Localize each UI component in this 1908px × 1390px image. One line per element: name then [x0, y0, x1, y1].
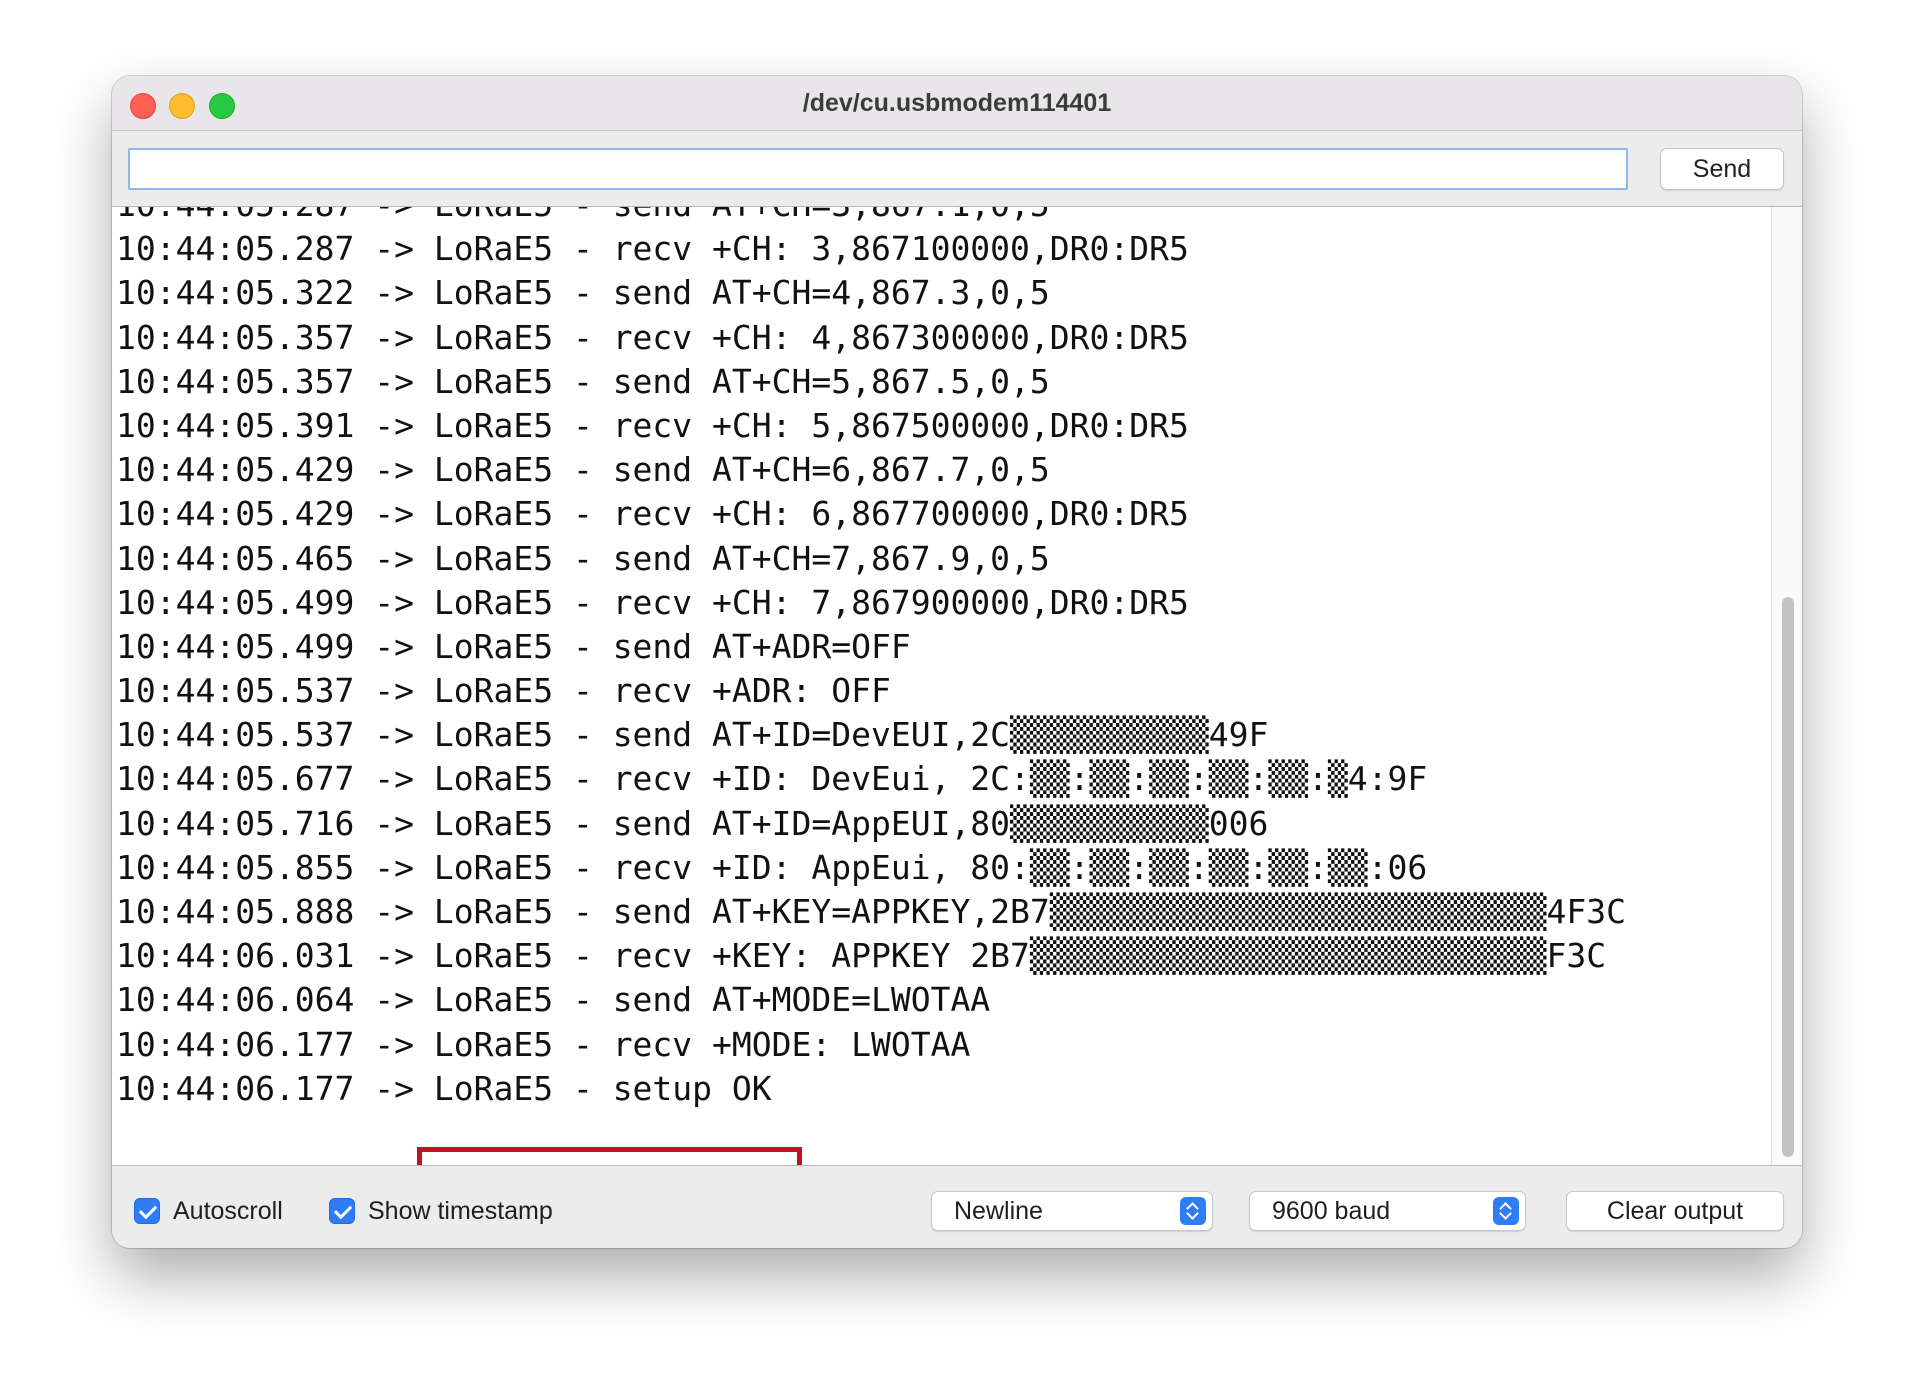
- output-line: 10:44:06.064 -> LoRaE5 - send AT+MODE=LW…: [116, 980, 991, 1020]
- serial-send-input[interactable]: [128, 148, 1628, 190]
- baud-rate-select[interactable]: 9600 baud: [1249, 1191, 1526, 1231]
- output-line: 10:44:05.287 -> LoRaE5 - recv +CH: 3,867…: [116, 229, 1189, 269]
- output-line: 10:44:05.716 -> LoRaE5 - send AT+ID=AppE…: [116, 803, 1269, 843]
- output-line: 10:44:05.855 -> LoRaE5 - recv +ID: AppEu…: [116, 847, 1428, 887]
- autoscroll-label: Autoscroll: [173, 1197, 283, 1225]
- serial-output-area[interactable]: 10:44:05.287 -> LoRaE5 - send AT+CH=3,86…: [112, 206, 1802, 1166]
- output-line: 10:44:05.677 -> LoRaE5 - recv +ID: DevEu…: [116, 759, 1428, 799]
- line-ending-select[interactable]: Newline: [931, 1191, 1213, 1231]
- output-line: 10:44:05.465 -> LoRaE5 - send AT+CH=7,86…: [116, 538, 1050, 578]
- output-scrollbar[interactable]: [1771, 207, 1802, 1165]
- output-line: 10:44:05.357 -> LoRaE5 - recv +CH: 4,867…: [116, 317, 1189, 357]
- output-line: 10:44:06.177 -> LoRaE5 - recv +MODE: LWO…: [116, 1024, 971, 1064]
- footer-bar: Autoscroll Show timestamp Newline 9600 b…: [112, 1166, 1802, 1248]
- show-timestamp-checkbox[interactable]: [329, 1198, 355, 1224]
- line-ending-value: Newline: [954, 1197, 1043, 1225]
- window-title: /dev/cu.usbmodem114401: [802, 89, 1112, 117]
- output-line: 10:44:05.429 -> LoRaE5 - send AT+CH=6,86…: [116, 450, 1050, 490]
- output-line: 10:44:05.499 -> LoRaE5 - recv +CH: 7,867…: [116, 582, 1189, 622]
- clear-output-button[interactable]: Clear output: [1566, 1191, 1784, 1231]
- baud-rate-stepper-icon: [1493, 1197, 1519, 1225]
- setup-ok-highlight: [417, 1147, 802, 1165]
- output-line: 10:44:05.537 -> LoRaE5 - send AT+ID=DevE…: [116, 715, 1269, 755]
- output-line: 10:44:06.031 -> LoRaE5 - recv +KEY: APPK…: [116, 936, 1607, 976]
- output-line: 10:44:05.357 -> LoRaE5 - send AT+CH=5,86…: [116, 361, 1050, 401]
- output-line: 10:44:05.537 -> LoRaE5 - recv +ADR: OFF: [116, 671, 891, 711]
- output-line: 10:44:05.499 -> LoRaE5 - send AT+ADR=OFF: [116, 626, 911, 666]
- output-line: 10:44:05.429 -> LoRaE5 - recv +CH: 6,867…: [116, 494, 1189, 534]
- serial-monitor-window: /dev/cu.usbmodem114401 Send 10:44:05.287…: [112, 76, 1802, 1248]
- line-ending-stepper-icon: [1180, 1197, 1206, 1225]
- show-timestamp-label: Show timestamp: [368, 1197, 553, 1225]
- send-button[interactable]: Send: [1660, 148, 1784, 190]
- baud-rate-value: 9600 baud: [1272, 1197, 1391, 1225]
- output-lines: 10:44:05.287 -> LoRaE5 - send AT+CH=3,86…: [116, 207, 1626, 1111]
- autoscroll-checkbox[interactable]: [134, 1198, 160, 1224]
- output-line: 10:44:05.287 -> LoRaE5 - send AT+CH=3,86…: [116, 207, 1626, 227]
- output-line: 10:44:05.888 -> LoRaE5 - send AT+KEY=APP…: [116, 892, 1626, 931]
- output-line: 10:44:05.391 -> LoRaE5 - recv +CH: 5,867…: [116, 405, 1189, 445]
- scrollbar-thumb[interactable]: [1782, 597, 1794, 1157]
- output-line: 10:44:06.177 -> LoRaE5 - setup OK: [116, 1068, 772, 1108]
- output-line: 10:44:05.322 -> LoRaE5 - send AT+CH=4,86…: [116, 273, 1050, 313]
- title-bar: /dev/cu.usbmodem114401: [112, 76, 1802, 131]
